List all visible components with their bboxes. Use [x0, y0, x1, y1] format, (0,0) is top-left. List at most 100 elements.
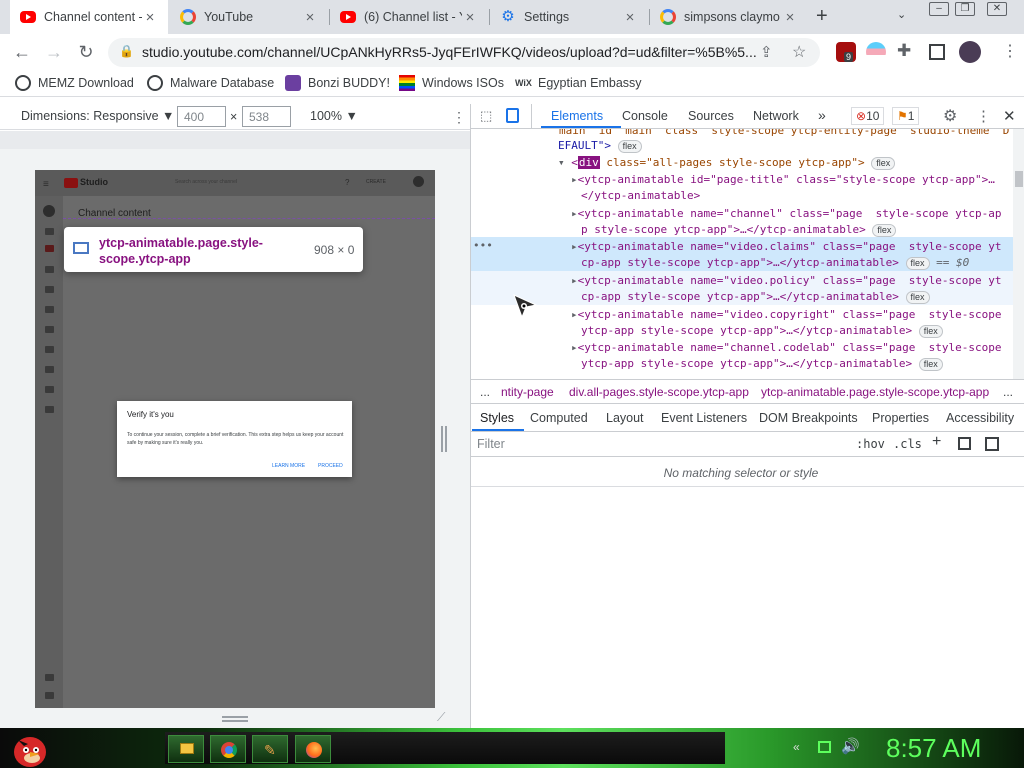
create-button[interactable]: CREATE [366, 179, 386, 185]
extensions-puzzle-icon[interactable]: ✚ [897, 41, 911, 61]
proceed-button[interactable]: PROCEED [318, 463, 343, 469]
tray-chevron-icon[interactable]: « [793, 740, 800, 754]
dom-line[interactable]: ▸<ytcp-animatable name="channel.codelab"… [571, 339, 1024, 356]
file-explorer-button[interactable] [168, 735, 204, 763]
analytics-icon[interactable] [45, 286, 54, 293]
bookmark-malware-database[interactable]: Malware Database [147, 75, 274, 91]
extension-shield-icon[interactable]: 9 [836, 42, 856, 62]
playlists-icon[interactable] [45, 266, 54, 273]
tab-elements[interactable]: Elements [551, 109, 603, 123]
breadcrumb-item-active[interactable]: ytcp-animatable.page.style-scope.ytcp-ap… [761, 385, 989, 399]
zoom-dropdown[interactable]: 100% ▼ [310, 109, 358, 123]
share-icon[interactable]: ⇪ [760, 43, 773, 61]
content-icon[interactable] [45, 245, 54, 252]
tab-youtube[interactable]: YouTube × [170, 0, 328, 34]
tab-dom-breakpoints[interactable]: DOM Breakpoints [759, 411, 858, 425]
studio-search[interactable]: Search across your channel [175, 179, 237, 185]
taskbar-clock[interactable]: 8:57 AM [886, 733, 981, 764]
resize-handle-bottom[interactable] [222, 716, 248, 722]
minimize-button[interactable]: – [929, 2, 949, 16]
audio-library-icon[interactable] [45, 406, 54, 413]
feedback-icon[interactable] [45, 692, 54, 699]
channel-avatar[interactable] [43, 205, 55, 217]
side-panel-icon[interactable] [929, 44, 945, 60]
breadcrumb-item[interactable]: div.all-pages.style-scope.ytcp-app [569, 385, 749, 399]
close-devtools-icon[interactable]: ✕ [1003, 107, 1016, 125]
height-input[interactable]: 538 [242, 106, 291, 127]
dashboard-icon[interactable] [45, 228, 54, 235]
styles-filter-input[interactable]: Filter [477, 437, 505, 451]
cls-toggle[interactable]: .cls [893, 437, 922, 451]
tab-channel-content[interactable]: Channel content - × [10, 0, 168, 34]
tab-styles[interactable]: Styles [480, 411, 514, 425]
tab-properties[interactable]: Properties [872, 411, 929, 425]
reload-icon[interactable]: ↻ [74, 40, 98, 64]
close-tab-icon[interactable]: × [782, 9, 798, 26]
network-icon[interactable] [818, 741, 831, 753]
tab-event-listeners[interactable]: Event Listeners [661, 411, 747, 425]
extension-flag-icon[interactable] [866, 42, 886, 62]
error-counter[interactable]: ⊗10 [851, 107, 885, 125]
firefox-button[interactable] [295, 735, 331, 763]
warning-counter[interactable]: ⚑1 [892, 107, 920, 125]
hamburger-icon[interactable]: ≡ [43, 179, 49, 190]
earn-icon[interactable] [45, 366, 54, 373]
back-icon[interactable]: ← [10, 40, 34, 64]
comments-icon[interactable] [45, 306, 54, 313]
subtitles-icon[interactable] [45, 326, 54, 333]
tab-accessibility[interactable]: Accessibility [946, 411, 1014, 425]
maximize-button[interactable]: ❐ [955, 2, 975, 16]
resize-handle-corner[interactable]: ⟋ [437, 710, 445, 725]
volume-icon[interactable]: 🔊 [841, 737, 860, 755]
device-more-icon[interactable]: ⋮ [452, 109, 466, 126]
profile-avatar[interactable] [959, 41, 981, 63]
close-tab-icon[interactable]: × [462, 9, 478, 26]
copyright-icon[interactable] [45, 346, 54, 353]
tab-computed[interactable]: Computed [530, 411, 588, 425]
devtools-menu-icon[interactable]: ⋮ [976, 107, 991, 125]
chrome-menu-icon[interactable]: ⋮ [1002, 41, 1018, 61]
hov-toggle[interactable]: :hov [856, 437, 885, 451]
url-text[interactable]: studio.youtube.com/channel/UCpANkHyRRs5-… [142, 44, 757, 60]
chrome-button[interactable] [210, 735, 246, 763]
dom-scrollbar[interactable] [1013, 129, 1024, 379]
tab-sources[interactable]: Sources [688, 109, 734, 123]
dom-line[interactable]: ▸<ytcp-animatable name="video.copyright"… [571, 306, 1024, 323]
dom-line[interactable]: ▸<ytcp-animatable name="video.policy" cl… [571, 272, 1024, 289]
width-input[interactable]: 400 [177, 106, 226, 127]
close-tab-icon[interactable]: × [622, 9, 638, 26]
address-bar[interactable]: 🔒 studio.youtube.com/channel/UCpANkHyRRs… [108, 38, 820, 67]
bookmark-bonzi[interactable]: Bonzi BUDDY! [285, 75, 390, 91]
more-tabs-icon[interactable]: » [818, 107, 826, 123]
tab-simpsons[interactable]: simpsons claymo × [650, 0, 808, 34]
dimensions-dropdown[interactable]: Dimensions: Responsive ▼ [21, 109, 174, 123]
close-tab-icon[interactable]: × [142, 9, 158, 26]
dom-line-selected[interactable]: ▸<ytcp-animatable name="video.claims" cl… [571, 238, 1024, 255]
learn-more-link[interactable]: LEARN MORE [272, 463, 305, 469]
tab-console[interactable]: Console [622, 109, 668, 123]
close-tab-icon[interactable]: × [302, 9, 318, 26]
computed-styles-icon[interactable] [958, 437, 971, 450]
close-window-button[interactable]: ✕ [987, 2, 1007, 16]
tab-channel-list[interactable]: (6) Channel list - Y × [330, 0, 488, 34]
new-rule-icon[interactable]: + [932, 433, 941, 451]
new-tab-button[interactable]: + [816, 5, 828, 28]
resize-handle-right[interactable] [441, 426, 447, 452]
dom-line[interactable]: ▸<ytcp-animatable name="channel" class="… [571, 205, 1024, 222]
bookmark-star-icon[interactable]: ☆ [792, 42, 806, 62]
studio-logo-icon[interactable] [64, 178, 78, 188]
tab-search-icon[interactable]: ⌄ [897, 8, 906, 21]
studio-avatar[interactable] [413, 176, 424, 187]
bookmark-memz[interactable]: MEMZ Download [15, 75, 134, 91]
tab-network[interactable]: Network [753, 109, 799, 123]
customization-icon[interactable] [45, 386, 54, 393]
bookmark-egyptian-embassy[interactable]: WiX Egyptian Embassy [515, 75, 642, 91]
dom-line[interactable]: EFAULT"> flex [558, 137, 1024, 154]
help-icon[interactable]: ? [345, 178, 349, 187]
start-button[interactable] [10, 728, 48, 768]
settings-icon[interactable]: ⚙ [943, 106, 957, 126]
inspect-element-icon[interactable]: ⬚ [480, 108, 492, 124]
forward-icon[interactable]: → [42, 40, 66, 64]
lock-icon[interactable]: 🔒 [119, 44, 134, 58]
dom-line[interactable]: ▸<ytcp-animatable id="page-title" class=… [571, 171, 1024, 188]
